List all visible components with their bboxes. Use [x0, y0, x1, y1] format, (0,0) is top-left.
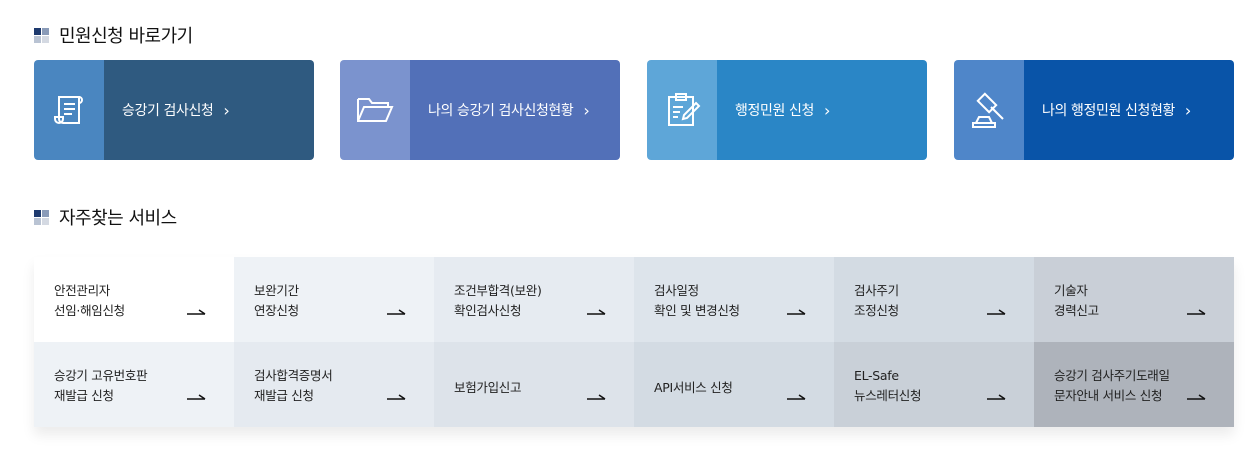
quick-link-admin-petition[interactable]: 행정민원 신청 › [647, 60, 927, 160]
service-item[interactable]: EL-Safe 뉴스레터신청 [834, 342, 1034, 427]
arrow-right-icon [987, 309, 1006, 315]
chevron-right-icon: › [1184, 100, 1191, 120]
arrow-right-icon [987, 394, 1006, 400]
arrow-right-icon [787, 394, 806, 400]
arrow-right-icon [587, 394, 606, 400]
service-grid: 안전관리자 선임·해임신청 보완기간 연장신청 조건부합격(보완) 확인검사신청… [34, 257, 1234, 427]
service-item[interactable]: 검사주기 조정신청 [834, 257, 1034, 342]
service-item[interactable]: 승강기 검사주기도래일 문자안내 서비스 신청 [1034, 342, 1234, 427]
folder-icon [340, 60, 410, 160]
service-item[interactable]: 기술자 경력신고 [1034, 257, 1234, 342]
quick-link-label: 나의 행정민원 신청현황 [1042, 103, 1175, 119]
service-item[interactable]: 보완기간 연장신청 [234, 257, 434, 342]
clipboard-edit-icon [647, 60, 717, 160]
quick-link-my-inspection-status[interactable]: 나의 승강기 검사신청현황 › [340, 60, 620, 160]
arrow-right-icon [387, 309, 406, 315]
service-item[interactable]: 보험가입신고 [434, 342, 634, 427]
arrow-right-icon [187, 309, 206, 315]
quick-links: 승강기 검사신청 › 나의 승강기 검사신청현황 › 행정민원 신청 › 나의 … [34, 60, 1234, 160]
arrow-right-icon [587, 309, 606, 315]
service-heading: 자주찾는 서비스 [59, 208, 177, 229]
quick-link-label: 승강기 검사신청 [122, 103, 214, 119]
service-item[interactable]: API서비스 신청 [634, 342, 834, 427]
apply-heading: 민원신청 바로가기 [59, 26, 193, 47]
bullet-squares-icon [34, 209, 49, 225]
service-item[interactable]: 검사일정 확인 및 변경신청 [634, 257, 834, 342]
arrow-right-icon [1187, 309, 1206, 315]
service-item[interactable]: 조건부합격(보완) 확인검사신청 [434, 257, 634, 342]
bullet-squares-icon [34, 27, 49, 43]
arrow-right-icon [387, 394, 406, 400]
arrow-right-icon [787, 309, 806, 315]
quick-link-label: 나의 승강기 검사신청현황 [428, 103, 574, 119]
quick-link-elevator-inspection[interactable]: 승강기 검사신청 › [34, 60, 314, 160]
service-item[interactable]: 승강기 고유번호판 재발급 신청 [34, 342, 234, 427]
gavel-icon [954, 60, 1024, 160]
service-item[interactable]: 검사합격증명서 재발급 신청 [234, 342, 434, 427]
arrow-right-icon [1187, 394, 1206, 400]
service-section-title: 자주찾는 서비스 [34, 204, 177, 230]
arrow-right-icon [187, 394, 206, 400]
scroll-document-icon [34, 60, 104, 160]
chevron-right-icon: › [823, 100, 830, 120]
quick-link-label: 행정민원 신청 [735, 103, 814, 119]
apply-section-title: 민원신청 바로가기 [34, 22, 193, 48]
chevron-right-icon: › [223, 100, 230, 120]
chevron-right-icon: › [583, 100, 590, 120]
quick-link-my-petition-status[interactable]: 나의 행정민원 신청현황 › [954, 60, 1234, 160]
service-item[interactable]: 안전관리자 선임·해임신청 [34, 257, 234, 342]
